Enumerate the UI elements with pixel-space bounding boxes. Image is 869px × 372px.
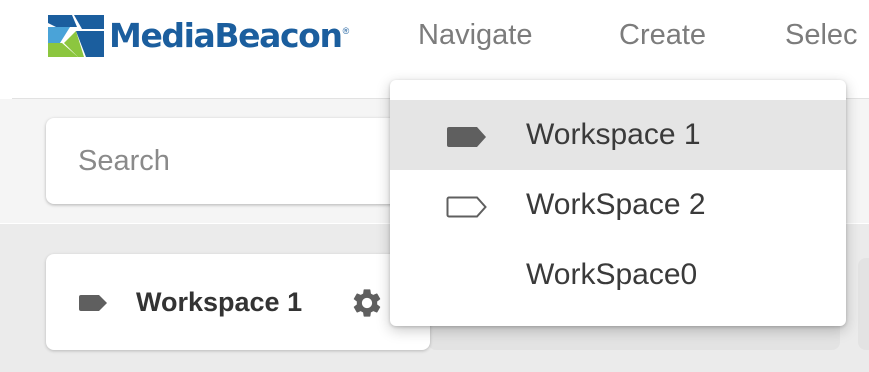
workspace-dropdown-menu: Workspace 1 WorkSpace 2 WorkSpace0 <box>390 80 846 326</box>
nav-select[interactable]: Selec <box>785 14 858 56</box>
logo-registered-mark: ® <box>342 26 350 36</box>
menu-item-workspace-1[interactable]: Workspace 1 <box>390 100 846 170</box>
mediabeacon-logo-mark-icon <box>48 15 104 57</box>
gear-icon[interactable] <box>350 286 384 320</box>
nav-create[interactable]: Create <box>619 14 706 56</box>
nav-navigate[interactable]: Navigate <box>418 14 532 56</box>
tag-filled-icon <box>447 127 486 147</box>
tag-filled-icon <box>79 295 107 311</box>
workspace-card-label: Workspace 1 <box>136 287 303 317</box>
menu-item-label: WorkSpace 2 <box>526 188 706 221</box>
workspace-card-placeholder-2 <box>858 258 869 350</box>
logo-wordmark: MediaBeacon <box>109 16 343 55</box>
mediabeacon-logo[interactable]: MediaBeacon ® <box>46 12 349 60</box>
workspace-card[interactable]: Workspace 1 <box>46 254 430 350</box>
menu-item-workspace-0[interactable]: WorkSpace0 <box>390 240 846 310</box>
menu-item-label: Workspace 1 <box>526 118 701 151</box>
tag-outline-icon <box>446 196 487 218</box>
menu-item-label: WorkSpace0 <box>526 258 698 291</box>
menu-item-workspace-2[interactable]: WorkSpace 2 <box>390 170 846 240</box>
